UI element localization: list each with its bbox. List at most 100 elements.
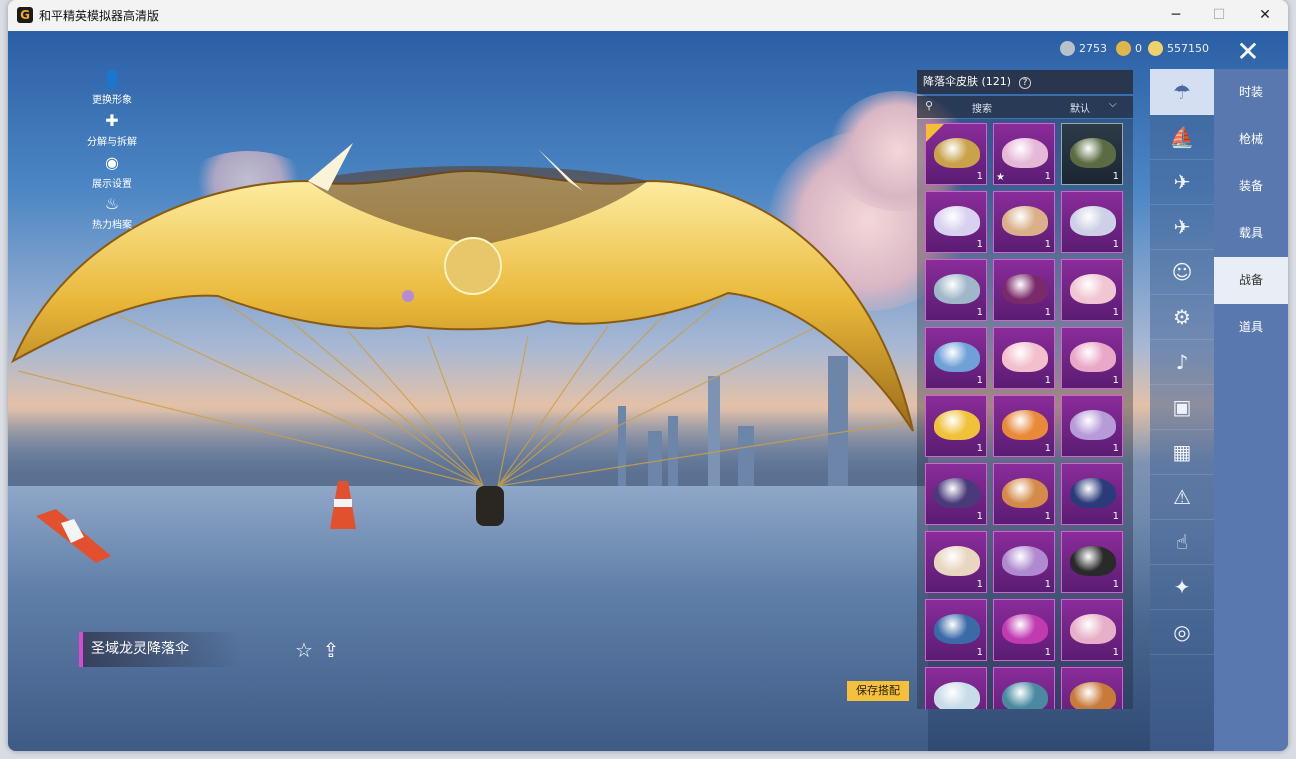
skin-grid: 1 1 ★ 1 1 1 1 1 1 1 1 1 1 1 1 1 1 1 1 1 1 1 1 1 1 bbox=[917, 119, 1133, 709]
item-quantity: 1 bbox=[1112, 511, 1119, 522]
skin-item[interactable]: 1 bbox=[993, 395, 1055, 457]
parachute-thumbnail bbox=[934, 138, 980, 168]
skin-item[interactable]: 1 ★ bbox=[993, 123, 1055, 185]
app-window: G 和平精英模拟器高清版 ─ ☐ ✕ 👤 更换形象 ✚ 分解与拆解 ◉ 展示设置… bbox=[8, 0, 1288, 751]
category-button-parachute[interactable]: ☂ bbox=[1150, 69, 1214, 115]
category-button-hand[interactable]: ☝ bbox=[1150, 519, 1214, 565]
skin-item[interactable]: 1 bbox=[1061, 463, 1123, 525]
close-window-button[interactable]: ✕ bbox=[1250, 4, 1280, 26]
item-quantity: 1 bbox=[1044, 375, 1051, 386]
skin-item[interactable]: 1 bbox=[1061, 259, 1123, 321]
category-button-robot[interactable]: ⚙ bbox=[1150, 294, 1214, 340]
skin-item[interactable]: 1 bbox=[925, 599, 987, 661]
tab-5[interactable]: 道具 bbox=[1214, 304, 1288, 351]
skin-item[interactable]: 1 bbox=[925, 191, 987, 253]
skin-item[interactable]: 1 bbox=[1061, 599, 1123, 661]
category-button-photo[interactable]: ▦ bbox=[1150, 429, 1214, 475]
avatar-icon: 👤 bbox=[102, 69, 122, 88]
category-button-wand[interactable]: ✦ bbox=[1150, 564, 1214, 610]
category-button-emote[interactable]: ☺ bbox=[1150, 249, 1214, 295]
item-quantity: 1 bbox=[1112, 307, 1119, 318]
change-avatar-button[interactable]: 👤 更换形象 bbox=[72, 69, 152, 106]
skin-item[interactable]: 1 bbox=[1061, 327, 1123, 389]
maximize-button[interactable]: ☐ bbox=[1204, 4, 1234, 26]
category-button-boat[interactable]: ⛵ bbox=[1150, 114, 1214, 160]
category-button-plane[interactable]: ✈ bbox=[1150, 204, 1214, 250]
parachute-thumbnail bbox=[1070, 138, 1116, 168]
display-settings-button[interactable]: ◉ 展示设置 bbox=[72, 153, 152, 190]
skin-item[interactable]: 1 bbox=[993, 599, 1055, 661]
decompose-label: 分解与拆解 bbox=[87, 137, 137, 148]
parachute-thumbnail bbox=[1002, 138, 1048, 168]
skin-item[interactable]: 1 bbox=[1061, 123, 1123, 185]
eye-icon: ◉ bbox=[105, 153, 119, 172]
skin-item[interactable]: 1 bbox=[925, 259, 987, 321]
skin-item[interactable]: 1 bbox=[925, 531, 987, 593]
chevron-down-icon: ⌵ bbox=[1109, 99, 1117, 110]
parachute-thumbnail bbox=[1070, 478, 1116, 508]
hand-icon: ☝ bbox=[1175, 530, 1189, 554]
skin-item[interactable]: 1 bbox=[993, 463, 1055, 525]
save-outfit-button[interactable]: 保存搭配 bbox=[847, 681, 909, 701]
gold-coin-icon bbox=[1116, 41, 1131, 56]
help-icon[interactable]: ? bbox=[1018, 77, 1032, 89]
skin-item[interactable]: 1 bbox=[925, 395, 987, 457]
item-quantity: 1 bbox=[976, 375, 983, 386]
item-quantity: 1 bbox=[1112, 443, 1119, 454]
close-screen-button[interactable]: ✕ bbox=[1228, 36, 1268, 68]
item-quantity: 1 bbox=[1112, 375, 1119, 386]
category-button-ufo[interactable]: ◎ bbox=[1150, 609, 1214, 655]
tab-4[interactable]: 战备 bbox=[1214, 257, 1288, 304]
category-button-speaker[interactable]: ♪ bbox=[1150, 339, 1214, 385]
wand-icon: ✦ bbox=[1173, 575, 1191, 599]
parachute-thumbnail bbox=[934, 342, 980, 372]
skin-item[interactable]: 1 bbox=[993, 327, 1055, 389]
tab-3[interactable]: 载具 bbox=[1214, 210, 1288, 257]
favorite-badge-icon: ★ bbox=[996, 172, 1005, 183]
skin-item[interactable] bbox=[925, 667, 987, 709]
points-coin-icon bbox=[1148, 41, 1163, 56]
skin-item[interactable]: 1 bbox=[1061, 531, 1123, 593]
category-button-pet[interactable]: ▣ bbox=[1150, 384, 1214, 430]
search-input[interactable]: 搜索 bbox=[972, 100, 992, 115]
share-icon[interactable]: ⇪ bbox=[319, 638, 343, 662]
item-quantity: 1 bbox=[976, 579, 983, 590]
game-viewport: 👤 更换形象 ✚ 分解与拆解 ◉ 展示设置 ♨ 热力档案 2753 0 5571… bbox=[8, 31, 1288, 751]
skin-item[interactable]: 1 bbox=[925, 463, 987, 525]
category-button-drone[interactable]: ✈ bbox=[1150, 159, 1214, 205]
skin-item[interactable] bbox=[993, 667, 1055, 709]
ufo-icon: ◎ bbox=[1173, 620, 1191, 644]
favorite-star-icon[interactable]: ☆ bbox=[292, 638, 316, 662]
parachute-thumbnail bbox=[1070, 410, 1116, 440]
title-bar: G 和平精英模拟器高清版 ─ ☐ ✕ bbox=[8, 0, 1288, 31]
sort-select[interactable]: 默认 bbox=[1070, 100, 1090, 115]
parachute-thumbnail bbox=[934, 614, 980, 644]
skin-item[interactable]: 1 bbox=[925, 327, 987, 389]
app-logo-icon: G bbox=[17, 7, 33, 23]
category-button-extinguisher[interactable]: ⚠ bbox=[1150, 474, 1214, 520]
plane-icon: ✈ bbox=[1173, 215, 1191, 239]
parachute-thumbnail bbox=[1002, 546, 1048, 576]
skin-item[interactable]: 1 bbox=[1061, 191, 1123, 253]
item-quantity: 1 bbox=[976, 647, 983, 658]
skin-item[interactable]: 1 bbox=[1061, 395, 1123, 457]
skin-item[interactable] bbox=[1061, 667, 1123, 709]
tab-0[interactable]: 时装 bbox=[1214, 69, 1288, 116]
item-quantity: 1 bbox=[1112, 647, 1119, 658]
item-quantity: 1 bbox=[1112, 579, 1119, 590]
photo-icon: ▦ bbox=[1172, 440, 1192, 464]
emote-icon: ☺ bbox=[1171, 260, 1193, 284]
minimize-button[interactable]: ─ bbox=[1161, 4, 1191, 26]
skin-item[interactable]: 1 bbox=[993, 191, 1055, 253]
silver-coin-icon bbox=[1060, 41, 1075, 56]
skin-item[interactable]: 1 bbox=[925, 123, 987, 185]
tab-1[interactable]: 枪械 bbox=[1214, 116, 1288, 163]
equipped-check-icon bbox=[926, 124, 944, 142]
skin-item[interactable]: 1 bbox=[993, 531, 1055, 593]
skin-item[interactable]: 1 bbox=[993, 259, 1055, 321]
item-name: 圣域龙灵降落伞 bbox=[79, 632, 241, 667]
item-quantity: 1 bbox=[976, 171, 983, 182]
tab-2[interactable]: 装备 bbox=[1214, 163, 1288, 210]
heat-archive-button[interactable]: ♨ 热力档案 bbox=[72, 194, 152, 231]
decompose-button[interactable]: ✚ 分解与拆解 bbox=[72, 111, 152, 148]
